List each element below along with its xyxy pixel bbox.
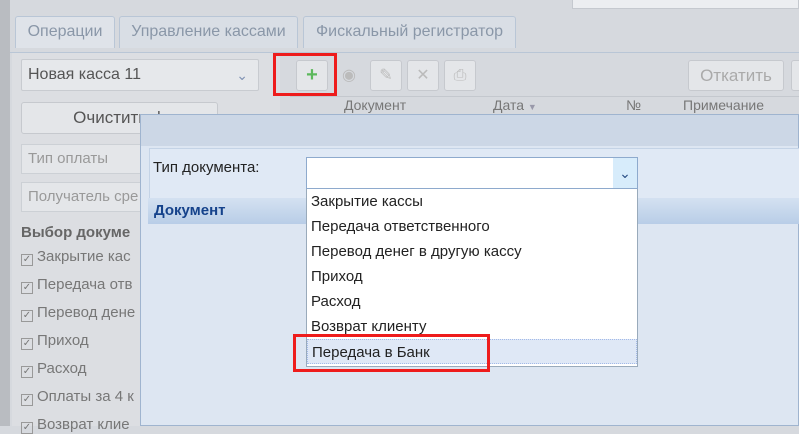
checkbox-icon: ✓ [21, 310, 33, 322]
print-button[interactable]: ⎙ [444, 60, 476, 91]
tab-fiscal-registrar[interactable]: Фискальный регистратор [303, 16, 516, 48]
doc-check[interactable]: ✓ Возврат клие [21, 416, 130, 434]
checkbox-icon: ✓ [21, 422, 33, 434]
option-income[interactable]: Приход [307, 264, 637, 289]
eye-icon: ◉ [342, 67, 356, 84]
option-expense[interactable]: Расход [307, 289, 637, 314]
col-number[interactable]: № [626, 97, 641, 113]
option-transfer-money[interactable]: Перевод денег в другую кассу [307, 239, 637, 264]
sort-down-icon: ▼ [527, 102, 537, 112]
recipient-input[interactable]: Получатель сре [21, 182, 151, 212]
doc-type-label: Тип документа: [153, 159, 260, 176]
doc-type-combo[interactable]: ⌄ [306, 157, 638, 189]
checkbox-icon: ✓ [21, 254, 33, 266]
rollback-button[interactable]: Откатить [688, 60, 784, 91]
tab-cash-management[interactable]: Управление кассами [119, 16, 298, 48]
view-button[interactable]: ◉ [333, 60, 365, 91]
payment-type-input[interactable]: Тип оплаты [21, 144, 151, 174]
checkbox-icon: ✓ [21, 366, 33, 378]
printer-icon: ⎙ [453, 67, 467, 84]
doc-check[interactable]: ✓ Закрытие кас [21, 248, 131, 266]
cash-select[interactable]: Новая касса 11 ⌄ [21, 59, 259, 91]
cash-select-value: Новая касса 11 [28, 66, 141, 83]
option-transfer-responsible[interactable]: Передача ответственного [307, 214, 637, 239]
tab-operations[interactable]: Операции [15, 16, 115, 48]
pencil-icon: ✎ [379, 67, 393, 84]
checkbox-icon: ✓ [21, 338, 33, 350]
doc-check[interactable]: ✓ Оплаты за 4 к [21, 388, 134, 406]
edit-button[interactable]: ✎ [370, 60, 402, 91]
col-document[interactable]: Документ [344, 97, 406, 113]
window-edge [0, 0, 10, 426]
checkbox-icon: ✓ [21, 394, 33, 406]
close-icon: ✕ [416, 67, 430, 84]
delete-button[interactable]: ✕ [407, 60, 439, 91]
chevron-down-icon[interactable]: ⌄ [613, 158, 637, 188]
doc-choice-title: Выбор докуме [21, 224, 131, 241]
extra-button[interactable] [791, 60, 799, 91]
dialog-header[interactable] [141, 115, 798, 146]
highlight-bank-option [293, 334, 490, 372]
chevron-down-icon: ⌄ [236, 67, 248, 83]
col-date[interactable]: Дата ▼ [493, 97, 537, 113]
doc-check[interactable]: ✓ Расход [21, 360, 86, 378]
col-note[interactable]: Примечание [683, 97, 764, 113]
top-field [572, 0, 799, 9]
doc-check[interactable]: ✓ Перевод дене [21, 304, 135, 322]
doc-check[interactable]: ✓ Приход [21, 332, 89, 350]
doc-check[interactable]: ✓ Передача отв [21, 276, 132, 294]
checkbox-icon: ✓ [21, 282, 33, 294]
highlight-add [273, 53, 337, 96]
option-close-cash[interactable]: Закрытие кассы [307, 189, 637, 214]
